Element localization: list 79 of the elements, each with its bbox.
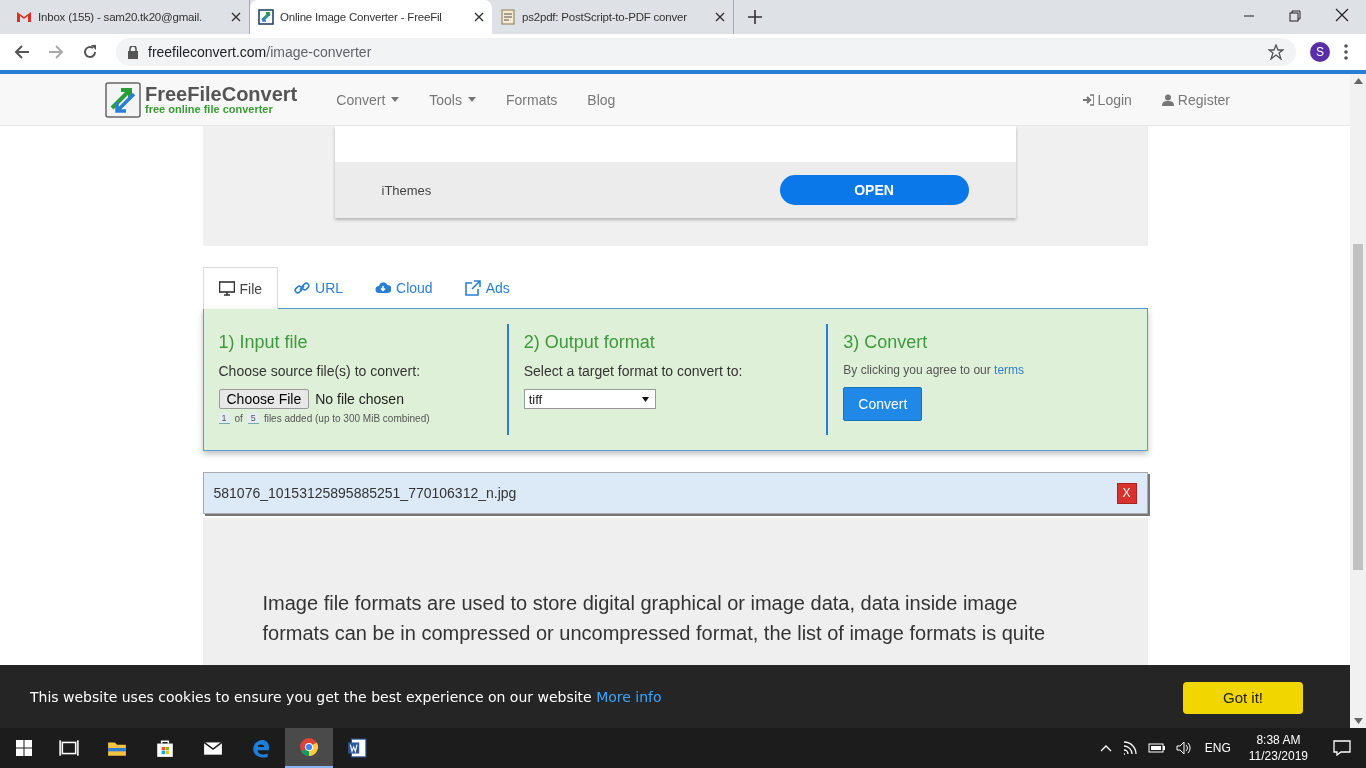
step-title: 1) Input file: [218, 332, 309, 353]
star-icon[interactable]: [1268, 44, 1284, 60]
got-it-button[interactable]: Got it!: [1183, 681, 1303, 714]
choose-file-button[interactable]: Choose File: [218, 389, 310, 409]
new-tab-icon[interactable]: [748, 10, 762, 24]
convert-button[interactable]: Convert: [843, 387, 923, 421]
browser-tab[interactable]: Online Image Converter - FreeFil: [250, 0, 492, 34]
address-bar[interactable]: freefileconvert.com/image-converter: [116, 38, 1296, 66]
count-note: files added (up to 300 MiB combined): [263, 413, 430, 424]
clock-date[interactable]: 11/23/2019: [1248, 748, 1308, 764]
scroll-up-icon[interactable]: [1353, 78, 1363, 84]
restore-icon[interactable]: [1289, 10, 1301, 22]
taskbar-app[interactable]: [285, 728, 333, 768]
user-icon: [1161, 93, 1174, 106]
article-paragraph: Image file formats are used to store digital graphical or image data, data inside image formats can be in compressed or uncompressed format, the list of image formats is quite: [262, 591, 1047, 646]
edge-icon: [251, 738, 271, 758]
profile-avatar[interactable]: S: [1310, 42, 1330, 62]
close-icon[interactable]: [474, 12, 484, 22]
nav-link[interactable]: Formats: [491, 91, 573, 108]
close-icon[interactable]: [1335, 8, 1349, 22]
lock-icon: [128, 45, 138, 59]
wifi-icon[interactable]: [1121, 741, 1138, 755]
cloud-download-icon: [375, 280, 392, 296]
more-info-link[interactable]: More info: [596, 688, 662, 705]
close-icon[interactable]: [231, 12, 241, 22]
sign-in-icon: [1081, 93, 1094, 106]
logo-tagline: free online file converter: [145, 104, 274, 115]
menu-icon[interactable]: [1344, 44, 1348, 60]
windows-start-icon[interactable]: [16, 740, 32, 756]
notifications-icon[interactable]: [1333, 740, 1351, 756]
scrollbar[interactable]: [1350, 74, 1366, 728]
source-tab[interactable]: File: [202, 267, 279, 309]
step-prompt: Select a target format to convert to:: [523, 363, 744, 379]
clock-time[interactable]: 8:38 AM: [1256, 732, 1301, 748]
logo-name[interactable]: FreeFileConvert: [145, 84, 298, 104]
external-link-icon: [464, 280, 481, 296]
remove-button[interactable]: X: [1116, 482, 1137, 504]
nav-link[interactable]: Tools: [414, 91, 491, 108]
document-icon: [500, 9, 516, 25]
chrome-icon: [299, 737, 319, 757]
file-count: 1: [218, 413, 230, 424]
reload-icon[interactable]: [82, 44, 98, 60]
link-icon: [294, 280, 311, 296]
source-tab[interactable]: Cloud: [359, 267, 449, 308]
step-title: 2) Output format: [523, 332, 656, 353]
advertiser-name: iThemes: [381, 182, 432, 198]
monitor-icon: [218, 280, 235, 297]
source-tab[interactable]: URL: [278, 267, 360, 308]
file-limit: 5: [247, 413, 259, 424]
chevron-up-icon[interactable]: [1099, 744, 1112, 752]
back-icon[interactable]: [14, 44, 30, 60]
language-indicator[interactable]: ENG: [1204, 741, 1231, 755]
step-title: 3) Convert: [843, 332, 929, 353]
gmail-icon: [16, 9, 32, 25]
open-button[interactable]: OPEN: [779, 175, 969, 205]
scroll-thumb[interactable]: [1353, 244, 1363, 570]
close-icon[interactable]: [715, 12, 725, 22]
nav-link[interactable]: Register: [1146, 91, 1245, 108]
terms-note: By clicking you agree to our terms: [843, 363, 1026, 377]
task-view-icon: [59, 738, 79, 758]
step-prompt: Choose source file(s) to convert:: [218, 363, 422, 379]
logo-icon[interactable]: [105, 81, 141, 118]
nav-link[interactable]: Login: [1066, 91, 1147, 108]
word-icon: [347, 738, 367, 758]
converter-icon: [258, 9, 274, 25]
speaker-icon[interactable]: [1175, 741, 1192, 755]
caret-icon: [641, 396, 649, 402]
nav-link[interactable]: Blog: [572, 91, 631, 108]
scroll-down-icon[interactable]: [1353, 718, 1363, 724]
cookie-message: This website uses cookies to ensure you get the best experience on our website More info: [30, 688, 662, 705]
source-tab[interactable]: Ads: [448, 267, 526, 308]
count-text: of: [234, 413, 243, 424]
shopping-bag-icon: [155, 738, 175, 758]
nav-link[interactable]: Convert: [321, 91, 415, 108]
terms-link[interactable]: terms: [994, 363, 1025, 377]
file-name: 581076_10153125895885251_770106312_n.jpg: [213, 485, 517, 501]
battery-icon[interactable]: [1147, 743, 1166, 753]
format-dropdown[interactable]: tiff: [523, 389, 656, 409]
file-status: No file chosen: [315, 391, 404, 407]
